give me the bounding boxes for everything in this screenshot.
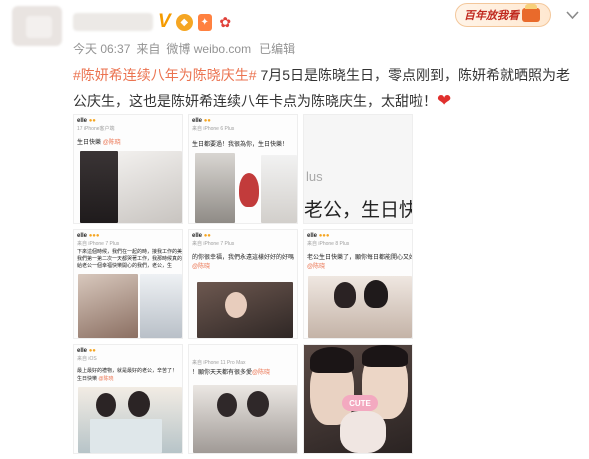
image-4-caption-3: 給老公一個幸福快樂開心的我們，老公，生	[77, 263, 173, 269]
image-4-source: 来自 iPhone 7 Plus	[77, 241, 120, 247]
image-6-source: 来自 iPhone 8 Plus	[307, 241, 350, 247]
name-row: V ◆ ✦ ✿	[73, 10, 234, 34]
cake-icon	[522, 4, 540, 22]
image-thumb-6[interactable]: elle ●●● 来自 iPhone 8 Plus 老公生日快樂了，願你每日都能…	[303, 229, 413, 339]
gift-badge-icon[interactable]: ✿	[217, 14, 234, 31]
image-9-sticker: CUTE	[342, 395, 378, 411]
image-7-username: elle ●●	[77, 348, 96, 354]
post-source-prefix: 来自	[136, 42, 161, 56]
event-badge[interactable]: 百年放我看	[455, 3, 551, 27]
image-6-username: elle ●●●	[307, 233, 330, 239]
image-4-photo-right	[140, 274, 182, 338]
heart-icon: ❤	[437, 91, 452, 110]
image-6-caption: 老公生日快樂了，願你每日都能開心又好	[307, 255, 413, 261]
image-8-photo	[193, 385, 297, 453]
image-2-photo-right	[261, 155, 297, 223]
image-2-photo-left	[195, 153, 235, 223]
image-7-bodies	[90, 419, 162, 453]
image-thumb-3[interactable]: lus 老公，生日快樂	[303, 114, 413, 224]
image-2-source: 来自 iPhone 6 Plus	[192, 126, 235, 132]
image-9-hair-left	[310, 347, 354, 373]
user-avatar[interactable]	[12, 6, 62, 46]
image-2-username: elle ●●	[192, 118, 211, 124]
image-7-caption-2: 生日快樂 @陈晓	[77, 376, 114, 382]
image-9-hair-right	[362, 345, 408, 367]
image-3-text-partial: lus	[306, 169, 323, 184]
image-1-source: 17 iPhone客户端	[77, 126, 115, 132]
image-thumb-2[interactable]: elle ●● 来自 iPhone 6 Plus 生日都要過！我很為你，生日快樂…	[188, 114, 298, 224]
image-3-text: 老公，生日快樂	[304, 200, 412, 221]
image-7-caption-1: 最上最好的禮物，就是最好的老公，辛苦了！	[77, 368, 178, 374]
image-9-baby	[340, 411, 386, 453]
image-thumb-8[interactable]: 来自 iPhone 11 Pro Max ！願你天天都有很多愛@陈晓	[188, 344, 298, 454]
post-time[interactable]: 今天 06:37	[73, 40, 130, 57]
post-meta: 今天 06:37 来自 微博 weibo.com 已编辑	[73, 40, 295, 57]
image-thumb-5[interactable]: elle ●● 来自 iPhone 7 Plus 的你很幸福，我們永遠這樣好好的…	[188, 229, 298, 339]
image-2-caption: 生日都要過！我很為你，生日快樂！	[192, 142, 289, 148]
image-1-background	[118, 151, 182, 223]
image-7-face-left	[96, 393, 116, 417]
image-4-photo-left	[78, 274, 138, 338]
image-7-face-right	[128, 391, 150, 417]
post-content: #陈妍希连续八年为陈晓庆生# 7月5日是陈晓生日，零点刚到，陈妍希就晒照为老公庆…	[73, 62, 578, 114]
topic-link[interactable]: #陈妍希连续八年为陈晓庆生#	[73, 67, 257, 83]
image-6-mention: @陈晓	[307, 264, 326, 270]
image-5-username: elle ●●	[192, 233, 211, 239]
member-badge-icon[interactable]: ◆	[175, 13, 193, 31]
post-edited-label[interactable]: 已编辑	[259, 40, 295, 57]
verified-v-icon[interactable]: V	[158, 12, 171, 32]
image-7-source: 来自 iOS	[77, 356, 97, 362]
event-badge-label: 百年放我看	[464, 10, 519, 22]
image-8-face-right	[247, 391, 269, 417]
image-5-face	[225, 292, 247, 318]
image-4-username: elle ●●●	[77, 233, 100, 239]
image-1-username: elle ●●	[77, 118, 96, 124]
image-6-face-right	[364, 280, 388, 308]
image-8-face-left	[217, 393, 237, 417]
level-badge-icon[interactable]: ✦	[197, 13, 212, 31]
image-5-caption: 的你很幸福，我們永遠這樣好好的好嗎	[192, 255, 295, 261]
image-6-photo	[308, 276, 412, 338]
username-blurred[interactable]	[73, 13, 153, 31]
post-source[interactable]: 微博 weibo.com	[166, 40, 251, 57]
image-1-photo	[80, 151, 118, 223]
image-5-source: 来自 iPhone 7 Plus	[192, 241, 235, 247]
image-8-caption: ！願你天天都有很多愛@陈晓	[192, 370, 271, 376]
chevron-down-icon[interactable]	[563, 6, 581, 24]
image-5-mention: @陈晓	[192, 264, 211, 270]
image-6-face-left	[334, 282, 356, 308]
image-thumb-1[interactable]: elle ●● 17 iPhone客户端 生日快樂 @陈晓	[73, 114, 183, 224]
image-1-caption: 生日快樂 @陈晓	[77, 140, 121, 146]
image-thumb-9[interactable]: CUTE	[303, 344, 413, 454]
image-8-source: 来自 iPhone 11 Pro Max	[192, 360, 246, 366]
image-2-balloon	[239, 173, 259, 207]
image-thumb-7[interactable]: elle ●● 来自 iOS 最上最好的禮物，就是最好的老公，辛苦了！ 生日快樂…	[73, 344, 183, 454]
image-thumb-4[interactable]: elle ●●● 来自 iPhone 7 Plus 下來這個時候，我們在一起的時…	[73, 229, 183, 339]
